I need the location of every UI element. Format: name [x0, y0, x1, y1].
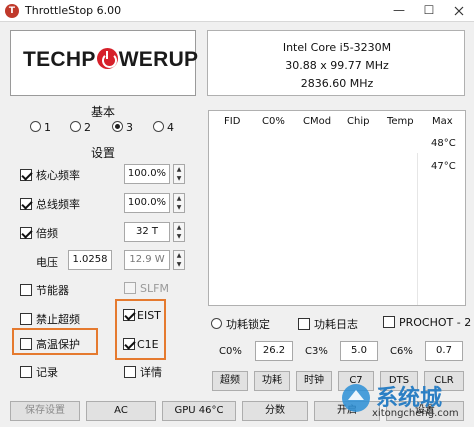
power-saver-checkbox[interactable]: 节能器	[20, 282, 69, 298]
up-arrow-icon: ▲	[176, 224, 182, 231]
down-arrow-icon: ▼	[176, 233, 182, 240]
score-button[interactable]: 分数	[242, 401, 308, 421]
settings-title: 设置	[10, 144, 196, 161]
cpu-info-panel: Intel Core i5-3230M 30.88 x 99.77 MHz 28…	[207, 30, 465, 96]
c0-label: C0%	[219, 346, 242, 357]
maximize-button[interactable]: ☐	[414, 0, 444, 22]
max-column	[417, 153, 467, 305]
c3-value: 5.0	[340, 341, 378, 361]
slfm-checkbox[interactable]: SLFM	[124, 282, 169, 295]
header-cmod: CMod	[303, 116, 332, 127]
radio-selected-icon	[112, 121, 123, 132]
clock-button[interactable]: 时钟	[296, 371, 332, 391]
core-ratio-value[interactable]: 100.0%	[124, 164, 170, 184]
up-arrow-icon: ▲	[176, 195, 182, 202]
logo-text: TECHP WERUP	[23, 48, 199, 71]
power-log-checkbox[interactable]: 功耗日志	[298, 316, 358, 332]
c0-value: 26.2	[255, 341, 293, 361]
up-arrow-icon: ▲	[176, 166, 182, 173]
disable-turbo-checkbox[interactable]: 禁止超频	[20, 311, 80, 327]
voltage-label: 电压	[36, 256, 58, 269]
cpu-name: Intel Core i5-3230M	[282, 41, 392, 54]
header-temp: Temp	[387, 116, 414, 127]
multiplier-value[interactable]: 32 T	[124, 222, 170, 242]
checkbox-checked-icon	[123, 338, 135, 350]
checkbox-icon	[20, 366, 32, 378]
title-bar: T ThrottleStop 6.00 — ☐	[0, 0, 474, 22]
profiles-title: 基本	[90, 105, 115, 119]
max-temp-2: 47°C	[431, 161, 456, 172]
c6-value: 0.7	[425, 341, 463, 361]
core-data-table	[208, 110, 466, 306]
down-arrow-icon: ▼	[176, 204, 182, 211]
radio-icon	[153, 121, 164, 132]
header-chip: Chip	[347, 116, 370, 127]
checkbox-icon	[124, 366, 136, 378]
watermark-logo-icon	[342, 384, 370, 412]
checkbox-icon	[124, 282, 136, 294]
radio-icon	[211, 318, 222, 329]
header-fid: FID	[224, 116, 241, 127]
header-max: Max	[432, 116, 453, 127]
turbo-button[interactable]: 超频	[212, 371, 248, 391]
checkbox-checked-icon	[123, 309, 135, 321]
radio-icon	[70, 121, 81, 132]
profile-1-radio[interactable]: 1	[30, 121, 51, 134]
down-arrow-icon: ▼	[176, 175, 182, 182]
watermark: 系统城 xitongcheng.com	[340, 382, 470, 424]
radio-icon	[30, 121, 41, 132]
checkbox-checked-icon	[20, 198, 32, 210]
cpu-frequency: 2836.60 MHz	[300, 77, 374, 90]
checkbox-checked-icon	[20, 169, 32, 181]
profile-2-radio[interactable]: 2	[70, 121, 91, 134]
checkbox-icon	[20, 284, 32, 296]
bus-ratio-checkbox[interactable]: 总线频率	[20, 196, 80, 212]
app-icon: T	[5, 4, 19, 18]
log-checkbox[interactable]: 记录	[20, 364, 58, 380]
profile-3-radio[interactable]: 3	[112, 121, 133, 134]
voltage-value: 1.0258	[68, 250, 112, 270]
window-title: ThrottleStop 6.00	[25, 4, 122, 17]
multiplier-checkbox[interactable]: 倍频	[20, 225, 58, 241]
techpowerup-logo[interactable]: TECHP WERUP	[10, 30, 199, 96]
ac-button[interactable]: AC	[86, 401, 156, 421]
cpu-bus: 30.88 x 99.77 MHz	[285, 59, 389, 72]
checkbox-icon	[298, 318, 310, 330]
profile-4-radio[interactable]: 4	[153, 121, 174, 134]
c6-label: C6%	[390, 346, 413, 357]
power-button[interactable]: 功耗	[254, 371, 290, 391]
power-stepper[interactable]: ▲ ▼	[173, 250, 185, 270]
save-settings-button[interactable]: 保存设置	[10, 401, 80, 421]
c1e-checkbox[interactable]: C1E	[123, 338, 159, 351]
multiplier-stepper[interactable]: ▲ ▼	[173, 222, 185, 242]
prochot-checkbox[interactable]: PROCHOT - 2	[383, 316, 471, 329]
checkbox-icon	[20, 338, 32, 350]
eist-checkbox[interactable]: EIST	[123, 309, 161, 322]
watermark-url: xitongcheng.com	[372, 408, 459, 419]
max-temp-1: 48°C	[431, 138, 456, 149]
bus-ratio-value[interactable]: 100.0%	[124, 193, 170, 213]
power-icon	[96, 48, 118, 69]
more-data-checkbox[interactable]: 详情	[124, 364, 162, 380]
bus-ratio-stepper[interactable]: ▲ ▼	[173, 193, 185, 213]
checkbox-icon	[383, 316, 395, 328]
turbo-lock-radio[interactable]: 功耗锁定	[211, 316, 270, 332]
checkbox-checked-icon	[20, 227, 32, 239]
minimize-button[interactable]: —	[384, 0, 414, 22]
up-arrow-icon: ▲	[176, 252, 182, 259]
power-value: 12.9 W	[124, 250, 170, 270]
core-ratio-checkbox[interactable]: 核心频率	[20, 167, 80, 183]
c3-label: C3%	[305, 346, 328, 357]
gpu-temp-button[interactable]: GPU 46°C	[162, 401, 236, 421]
close-button[interactable]	[444, 0, 474, 22]
close-icon	[454, 6, 464, 16]
core-ratio-stepper[interactable]: ▲ ▼	[173, 164, 185, 184]
down-arrow-icon: ▼	[176, 261, 182, 268]
bd-prochot-checkbox[interactable]: 高温保护	[20, 336, 80, 352]
header-c0: C0%	[262, 116, 285, 127]
checkbox-icon	[20, 313, 32, 325]
